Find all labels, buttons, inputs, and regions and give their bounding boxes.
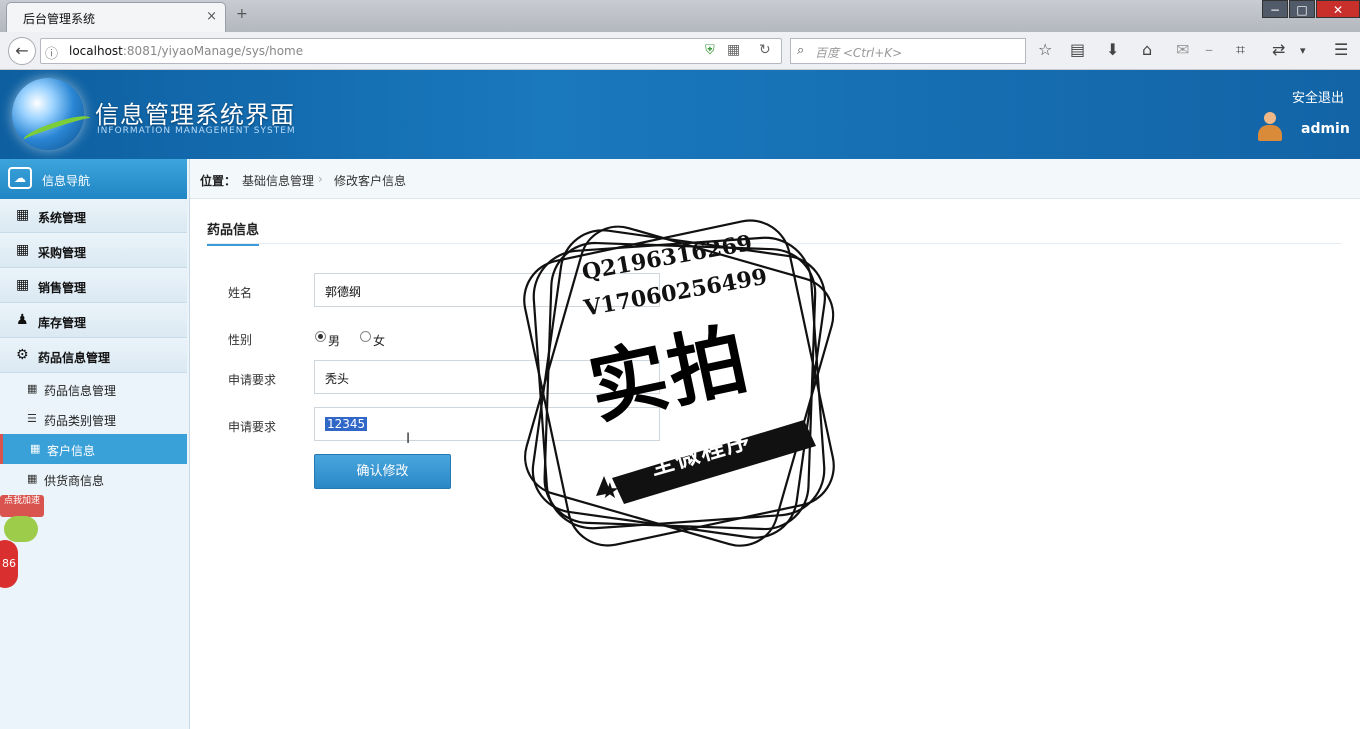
sync-icon[interactable]: ⇄ [1272,40,1285,59]
user-avatar-icon [1256,110,1284,144]
gender-female-radio[interactable] [360,331,371,342]
search-icon: ⌕ [797,43,805,58]
sidebar-item-inventory[interactable]: ♟ 库存管理 [0,304,187,338]
submenu-label: 药品信息管理 [44,384,117,398]
shield-icon[interactable]: ⛨ [705,43,715,58]
confirm-edit-button[interactable]: 确认修改 [314,454,451,489]
sidebar-header[interactable]: ☁ 信息导航 [0,159,187,199]
submenu-drug-info[interactable]: ▦ 药品信息管理 [0,374,187,404]
gender-male-radio[interactable] [315,331,326,342]
calendar-icon: ▦ [16,207,30,223]
url-text[interactable]: localhost:8081/yiyaoManage/sys/home [69,44,303,58]
sidebar-item-system[interactable]: ▦ 系统管理 [0,199,187,233]
list-icon: ☰ [27,412,37,425]
sidebar-item-label: 销售管理 [38,281,87,295]
gender-female-label[interactable]: 女 [373,332,385,349]
new-tab-icon[interactable]: + [236,6,248,22]
window-maximize-button[interactable]: □ [1289,0,1315,18]
breadcrumb-separator: › [318,172,323,186]
url-path: :8081/yiyaoManage/sys/home [122,44,304,58]
menu-hamburger-icon[interactable]: ☰ [1334,40,1348,59]
url-host: localhost [69,44,123,58]
logout-link[interactable]: 安全退出 [1292,87,1344,106]
sidebar: ☁ 信息导航 ▦ 系统管理 ▦ 采购管理 ▦ 销售管理 ♟ 库存管理 ⚙ 药品信… [0,159,190,729]
bookmark-star-icon[interactable]: ☆ [1038,40,1052,59]
window-minimize-button[interactable]: − [1262,0,1288,18]
breadcrumb-item-edit-customer[interactable]: 修改客户信息 [334,172,406,189]
window-close-button[interactable]: ✕ [1316,0,1360,18]
leaf-icon [4,516,38,542]
svg-text:★: ★ [786,425,806,450]
user-icon: ♟ [16,312,29,328]
grid-icon: ▦ [27,472,38,485]
gears-icon: ⚙ [16,347,29,363]
sidebar-item-label: 系统管理 [38,211,87,225]
search-placeholder: 百度 <Ctrl+K> [815,46,903,60]
submenu-label: 供货商信息 [44,474,105,488]
request1-label: 申请要求 [228,373,277,387]
search-input[interactable]: ⌕ 百度 <Ctrl+K> [790,38,1026,64]
app-title: 信息管理系统界面 [95,101,295,129]
name-label: 姓名 [228,286,253,300]
submenu-label: 客户信息 [47,444,96,458]
sidebar-item-drug-info[interactable]: ⚙ 药品信息管理 [0,339,187,373]
app-header: 信息管理系统界面 INFORMATION MANAGEMENT SYSTEM 安… [0,70,1360,159]
grid-icon: ▦ [30,442,41,455]
dropdown-chevron-icon[interactable]: ▾ [1300,44,1306,57]
gender-label: 性别 [228,333,253,347]
sidebar-item-purchase[interactable]: ▦ 采购管理 [0,234,187,268]
breadcrumb: 位置： 基础信息管理 › 修改客户信息 [190,159,1360,199]
submenu-customer-info[interactable]: ▦ 客户信息 [0,434,187,464]
site-info-icon[interactable]: ⓘ [45,43,58,62]
username: admin [1301,121,1350,137]
submenu-label: 药品类别管理 [44,414,117,428]
section-title: 药品信息 [207,219,260,246]
home-icon[interactable]: ⌂ [1142,40,1152,59]
reload-icon[interactable]: ↻ [759,42,771,58]
text-cursor-icon: I [406,431,411,447]
sidebar-item-label: 库存管理 [38,316,87,330]
speedup-ball[interactable]: 86 [0,540,18,588]
gender-male-label[interactable]: 男 [328,332,340,349]
app-subtitle: INFORMATION MANAGEMENT SYSTEM [97,126,296,136]
reading-list-icon[interactable]: ▤ [1070,40,1085,59]
qr-code-icon[interactable]: ▦ [727,42,740,58]
sidebar-header-label: 信息导航 [42,174,91,188]
submenu-supplier-info[interactable]: ▦ 供货商信息 [0,464,187,494]
sidebar-item-label: 药品信息管理 [38,351,111,365]
grid-icon: ▦ [27,382,38,395]
browser-toolbar: ← ⓘ localhost:8081/yiyaoManage/sys/home … [0,32,1360,70]
browser-tab-strip: 后台管理系统 × + − □ ✕ [0,0,1360,32]
sidebar-item-sales[interactable]: ▦ 销售管理 [0,269,187,303]
breadcrumb-label: 位置： [200,174,237,188]
cloud-icon: ☁ [8,167,32,189]
browser-tab[interactable]: 后台管理系统 × [6,2,226,32]
svg-text:★: ★ [600,479,620,504]
calendar-icon: ▦ [16,242,30,258]
calendar-icon: ▦ [16,277,30,293]
request2-label: 申请要求 [228,420,277,434]
submenu-drug-category[interactable]: ☰ 药品类别管理 [0,404,187,434]
address-bar[interactable]: ⓘ localhost:8081/yiyaoManage/sys/home ⛨ … [40,38,782,64]
download-icon[interactable]: ⬇ [1106,40,1119,59]
back-arrow-icon[interactable]: ← [8,37,36,65]
selected-text: 12345 [325,417,368,431]
tab-title: 后台管理系统 [23,12,96,26]
breadcrumb-item-basic-info[interactable]: 基础信息管理 [242,172,314,189]
sidebar-item-label: 采购管理 [38,246,87,260]
tab-close-icon[interactable]: × [206,9,217,24]
crop-icon[interactable]: ⌗ [1236,40,1245,60]
chat-icon[interactable]: ✉ [1176,40,1189,59]
separator-icon: – [1205,40,1213,59]
speedup-badge[interactable]: 点我加速 [0,495,44,517]
